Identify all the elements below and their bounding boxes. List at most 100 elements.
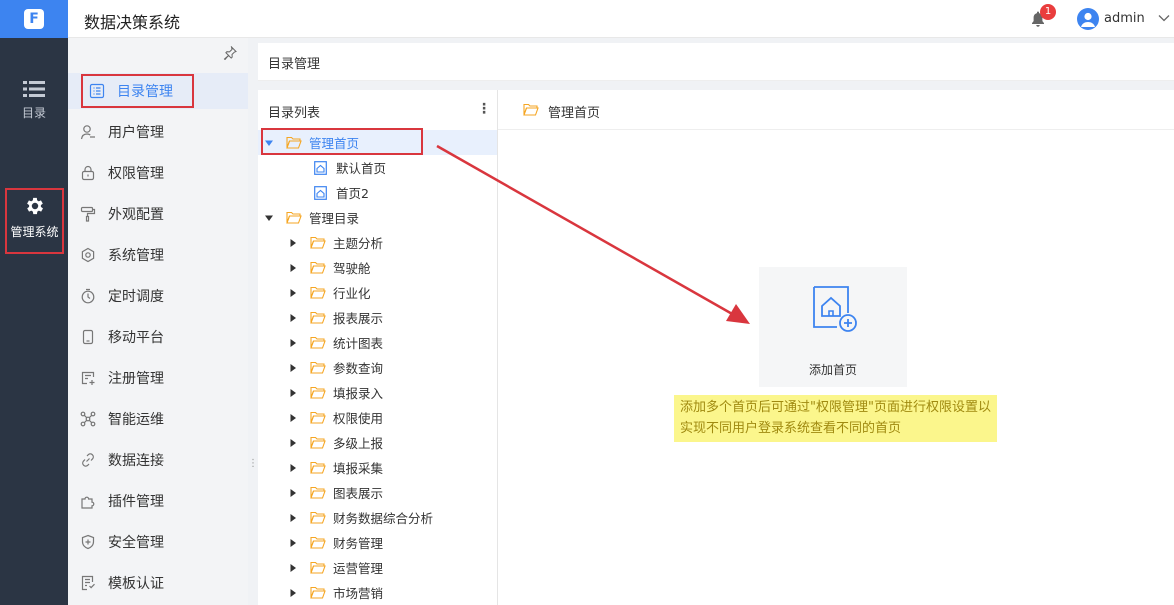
link-icon xyxy=(82,453,94,467)
sidebar-item-label: 系统管理 xyxy=(108,248,164,264)
homepage-icon xyxy=(314,160,327,175)
plugin-icon xyxy=(81,496,95,509)
tree-row-label: 参数查询 xyxy=(333,361,384,376)
gear-icon xyxy=(26,197,43,215)
folder-icon xyxy=(310,486,326,499)
sidebar-item-user-management[interactable]: 用户管理 xyxy=(80,114,248,150)
sidebar-item-label: 移动平台 xyxy=(108,330,164,346)
folder-icon xyxy=(310,286,326,299)
sidebar-item-plugin-management[interactable]: 插件管理 xyxy=(80,483,248,519)
list-icon xyxy=(23,81,45,97)
folder-icon xyxy=(310,536,326,549)
sidebar-item-system-management[interactable]: 系统管理 xyxy=(80,237,248,273)
pin-icon[interactable] xyxy=(223,46,237,60)
sidebar-resize-handle[interactable]: ⋮⋮ xyxy=(248,458,268,469)
user-icon xyxy=(80,125,95,140)
tree-title: 目录列表 xyxy=(268,106,321,121)
tree-row[interactable]: 参数查询 xyxy=(258,355,497,380)
folder-icon xyxy=(310,336,326,349)
tree-row[interactable]: 统计图表 xyxy=(258,330,497,355)
sidebar-item-registration-management[interactable]: 注册管理 xyxy=(80,360,248,396)
tree-row[interactable]: 财务数据综合分析 xyxy=(258,505,497,530)
user-name[interactable]: admin xyxy=(1104,11,1145,26)
caret-right-icon[interactable] xyxy=(288,313,298,323)
sidebar-item-label: 外观配置 xyxy=(108,207,164,223)
tree-row[interactable]: 驾驶舱 xyxy=(258,255,497,280)
caret-down-icon[interactable] xyxy=(264,213,274,223)
sidebar-item-scheduled-tasks[interactable]: 定时调度 xyxy=(80,278,248,314)
app-logo[interactable]: F xyxy=(0,0,68,38)
settings-icon xyxy=(81,247,95,263)
sidebar-item-smart-ops[interactable]: 智能运维 xyxy=(80,401,248,437)
tree-row[interactable]: 首页2 xyxy=(258,180,497,205)
tree-row-label: 默认首页 xyxy=(336,161,387,176)
sidebar-item-data-connection[interactable]: 数据连接 xyxy=(80,442,248,478)
caret-right-icon[interactable] xyxy=(288,563,298,573)
caret-right-icon[interactable] xyxy=(288,413,298,423)
folder-icon xyxy=(310,586,326,599)
sidebar-item-mobile-platform[interactable]: 移动平台 xyxy=(80,319,248,355)
tree-row[interactable]: 填报采集 xyxy=(258,455,497,480)
tree-row[interactable]: 运营管理 xyxy=(258,555,497,580)
folder-icon xyxy=(310,236,326,249)
caret-right-icon[interactable] xyxy=(288,463,298,473)
sidebar-item-catalog-management[interactable]: 目录管理 xyxy=(68,73,248,109)
sidebar-item-label: 定时调度 xyxy=(108,289,164,305)
tree-row[interactable]: 多级上报 xyxy=(258,430,497,455)
folder-icon xyxy=(310,311,326,324)
tree-row[interactable]: 管理目录 xyxy=(258,205,497,230)
chevron-down-icon[interactable] xyxy=(1158,12,1170,24)
tree-row[interactable]: 行业化 xyxy=(258,280,497,305)
tree-row-label: 主题分析 xyxy=(333,236,384,251)
annotation-note: 添加多个首页后可通过"权限管理"页面进行权限设置以实现不同用户登录系统查看不同的… xyxy=(674,395,997,442)
sidebar-item-security-management[interactable]: 安全管理 xyxy=(80,524,248,560)
sidebar-item-template-certification[interactable]: 模板认证 xyxy=(80,565,248,601)
tree-row-label: 驾驶舱 xyxy=(333,261,371,276)
caret-right-icon[interactable] xyxy=(288,288,298,298)
folder-icon xyxy=(310,436,326,449)
lock-icon xyxy=(81,165,95,181)
caret-right-icon[interactable] xyxy=(288,488,298,498)
tree-row[interactable]: 图表展示 xyxy=(258,480,497,505)
tree-row[interactable]: 默认首页 xyxy=(258,155,497,180)
sidebar-item-label: 模板认证 xyxy=(108,576,164,592)
more-icon[interactable]: ⋮ xyxy=(477,101,491,117)
caret-right-icon[interactable] xyxy=(288,338,298,348)
caret-right-icon[interactable] xyxy=(288,538,298,548)
template-icon xyxy=(81,575,95,591)
sidebar-item-permission-management[interactable]: 权限管理 xyxy=(80,155,248,191)
caret-right-icon[interactable] xyxy=(288,513,298,523)
tree-row[interactable]: 报表展示 xyxy=(258,305,497,330)
add-homepage-button[interactable]: 添加首页 xyxy=(759,267,907,387)
tree-row-label: 统计图表 xyxy=(333,336,384,351)
folder-icon xyxy=(310,461,326,474)
user-avatar-icon xyxy=(1081,12,1095,27)
avatar[interactable] xyxy=(1077,8,1099,30)
caret-right-icon[interactable] xyxy=(288,263,298,273)
catalog-tree-pane: 目录列表 ⋮ 管理首页 默认首页 首页2 管理目录 主题分析 驾驶舱 行业化 报表展示 统计图表… xyxy=(258,90,497,605)
folder-icon xyxy=(310,261,326,274)
add-homepage-label: 添加首页 xyxy=(808,363,857,377)
rail-item-catalog[interactable]: 目录 xyxy=(0,80,68,121)
tree-row[interactable]: 权限使用 xyxy=(258,405,497,430)
top-bar: 数据决策系统 1 admin xyxy=(68,0,1174,38)
sidebar-menu: 目录管理 用户管理 权限管理 外观配置 系统管理 定时调度 移动平台 注册管理 … xyxy=(68,38,268,605)
paint-roller-icon xyxy=(80,206,96,222)
caret-right-icon[interactable] xyxy=(288,588,298,598)
caret-right-icon[interactable] xyxy=(288,238,298,248)
sidebar-item-label: 插件管理 xyxy=(108,494,164,510)
tree-row[interactable]: 填报录入 xyxy=(258,380,497,405)
tree-row-label: 填报录入 xyxy=(333,386,384,401)
tree-row[interactable]: 主题分析 xyxy=(258,230,497,255)
caret-right-icon[interactable] xyxy=(288,363,298,373)
caret-right-icon[interactable] xyxy=(288,438,298,448)
highlight-box xyxy=(261,128,423,155)
rail-item-admin-system[interactable]: 管理系统 xyxy=(5,188,64,254)
tree-row[interactable]: 市场营销 xyxy=(258,580,497,605)
folder-icon xyxy=(310,411,326,424)
caret-right-icon[interactable] xyxy=(288,388,298,398)
tree-row[interactable]: 财务管理 xyxy=(258,530,497,555)
sidebar-item-label: 用户管理 xyxy=(108,125,164,141)
content-area: 目录管理 目录列表 ⋮ 管理首页 默认首页 首页2 管理目录 主题分析 驾驶舱 行业化 报表展… xyxy=(258,38,1174,605)
sidebar-item-appearance-config[interactable]: 外观配置 xyxy=(80,196,248,232)
